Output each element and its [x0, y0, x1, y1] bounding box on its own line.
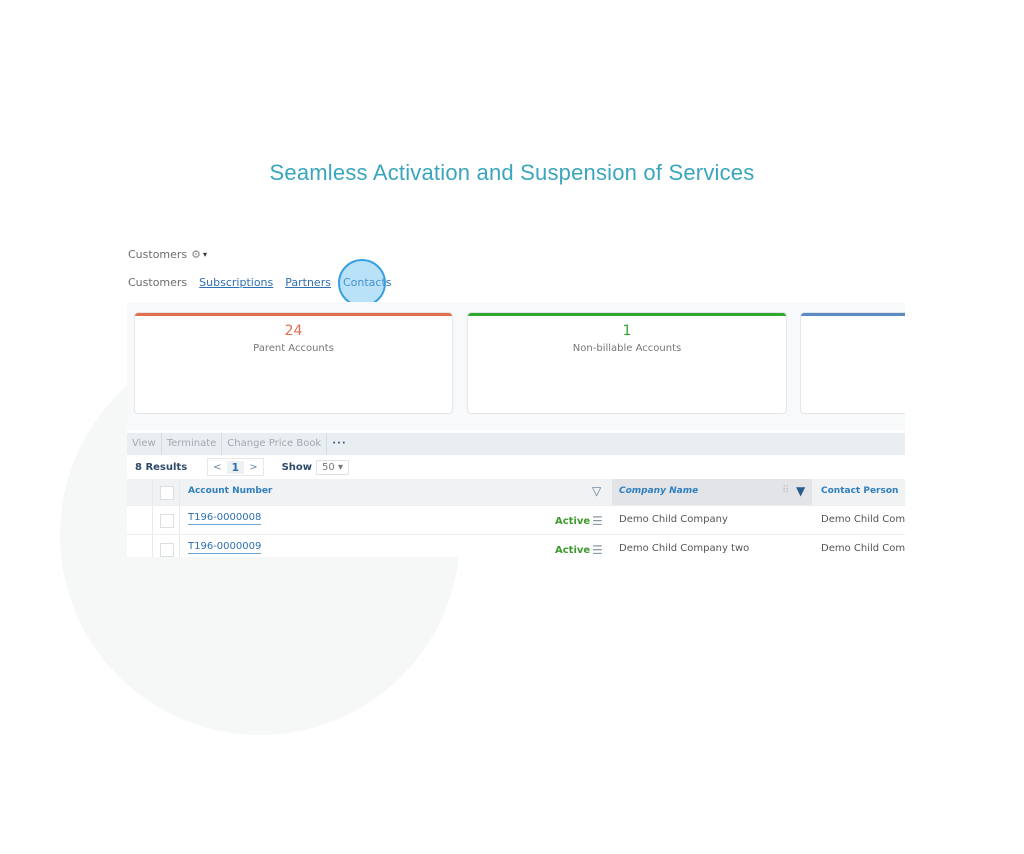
next-page-button[interactable]: >: [244, 462, 262, 473]
breadcrumb: Customers ⚙ ▾: [128, 248, 207, 261]
kpi-accent-bar: [801, 313, 905, 316]
pager-bar: 8 Results < 1 > Show 50 ▾: [127, 455, 905, 479]
breadcrumb-title: Customers: [128, 248, 188, 261]
header-account-number[interactable]: Account Number: [188, 486, 272, 496]
current-page[interactable]: 1: [226, 460, 245, 474]
chevron-down-icon: ▾: [337, 461, 343, 473]
select-all-checkbox[interactable]: [160, 486, 174, 500]
drag-handle-icon[interactable]: ⠿: [782, 485, 789, 496]
column-divider: [179, 479, 180, 505]
tab-subscriptions[interactable]: Subscriptions: [199, 276, 273, 289]
tab-customers[interactable]: Customers: [128, 276, 187, 289]
company-name-cell: Demo Child Company two: [619, 543, 750, 554]
account-number-link[interactable]: T196-0000008: [188, 512, 262, 525]
table-row[interactable]: T196-0000009 Active ☰ Demo Child Company…: [127, 534, 905, 557]
table-header: Account Number ▽ Company Name ⠿ ▼ Contac…: [127, 479, 905, 505]
filter-active-icon[interactable]: ▼: [796, 484, 805, 498]
kpi-label: Parent Accounts: [253, 343, 334, 354]
contact-person-cell: Demo Child Com: [821, 514, 905, 525]
gear-icon[interactable]: ⚙: [191, 248, 201, 261]
header-company-name[interactable]: Company Name ⠿ ▼: [612, 479, 812, 505]
kpi-card-third[interactable]: [800, 312, 905, 414]
row-checkbox[interactable]: [160, 514, 174, 528]
prev-page-button[interactable]: <: [208, 462, 226, 473]
accounts-table: Account Number ▽ Company Name ⠿ ▼ Contac…: [127, 479, 905, 557]
kpi-area: 24 Parent Accounts 1 Non-billable Accoun…: [127, 302, 905, 430]
header-company-name-label: Company Name: [619, 486, 699, 496]
kpi-card-non-billable-accounts[interactable]: 1 Non-billable Accounts: [467, 312, 787, 414]
more-actions-icon[interactable]: ···: [327, 433, 351, 455]
terminate-button[interactable]: Terminate: [162, 433, 223, 455]
kpi-accent-bar: [135, 313, 452, 316]
account-number-link[interactable]: T196-0000009: [188, 541, 262, 554]
column-divider: [179, 535, 180, 557]
company-name-cell: Demo Child Company: [619, 514, 728, 525]
column-divider: [152, 506, 153, 534]
results-count: 8 Results: [135, 461, 188, 473]
page-size-select[interactable]: 50 ▾: [316, 459, 349, 475]
filter-icon[interactable]: ▽: [592, 484, 601, 498]
status-badge: Active: [555, 545, 591, 556]
kpi-label: Non-billable Accounts: [572, 343, 682, 354]
tab-partners[interactable]: Partners: [285, 276, 331, 289]
kpi-card-parent-accounts[interactable]: 24 Parent Accounts: [134, 312, 453, 414]
header-contact-person[interactable]: Contact Person: [821, 486, 898, 496]
kpi-accent-bar: [468, 313, 786, 316]
pagination: < 1 >: [207, 458, 264, 476]
table-row[interactable]: T196-0000008 Active ☰ Demo Child Company…: [127, 505, 905, 534]
page-size-value: 50: [322, 461, 335, 473]
menu-icon[interactable]: ☰: [592, 514, 603, 528]
kpi-value: 1: [622, 323, 632, 339]
status-badge: Active: [555, 516, 591, 527]
chevron-down-icon[interactable]: ▾: [203, 250, 207, 259]
column-divider: [152, 479, 153, 505]
tab-bar: Customers Subscriptions Partners Contact…: [128, 276, 392, 289]
menu-icon[interactable]: ☰: [592, 543, 603, 557]
column-divider: [179, 506, 180, 534]
customers-app: Customers ⚙ ▾ Customers Subscriptions Pa…: [127, 242, 905, 557]
column-divider: [152, 535, 153, 557]
contact-person-cell: Demo Child Com: [821, 543, 905, 554]
show-label: Show: [281, 461, 313, 473]
change-price-book-button[interactable]: Change Price Book: [222, 433, 328, 455]
row-checkbox[interactable]: [160, 543, 174, 557]
page-headline: Seamless Activation and Suspension of Se…: [269, 160, 755, 185]
kpi-value: 24: [284, 323, 303, 339]
tab-contacts[interactable]: Contacts: [343, 276, 392, 289]
action-toolbar: View Terminate Change Price Book ···: [127, 433, 905, 455]
view-button[interactable]: View: [127, 433, 162, 455]
